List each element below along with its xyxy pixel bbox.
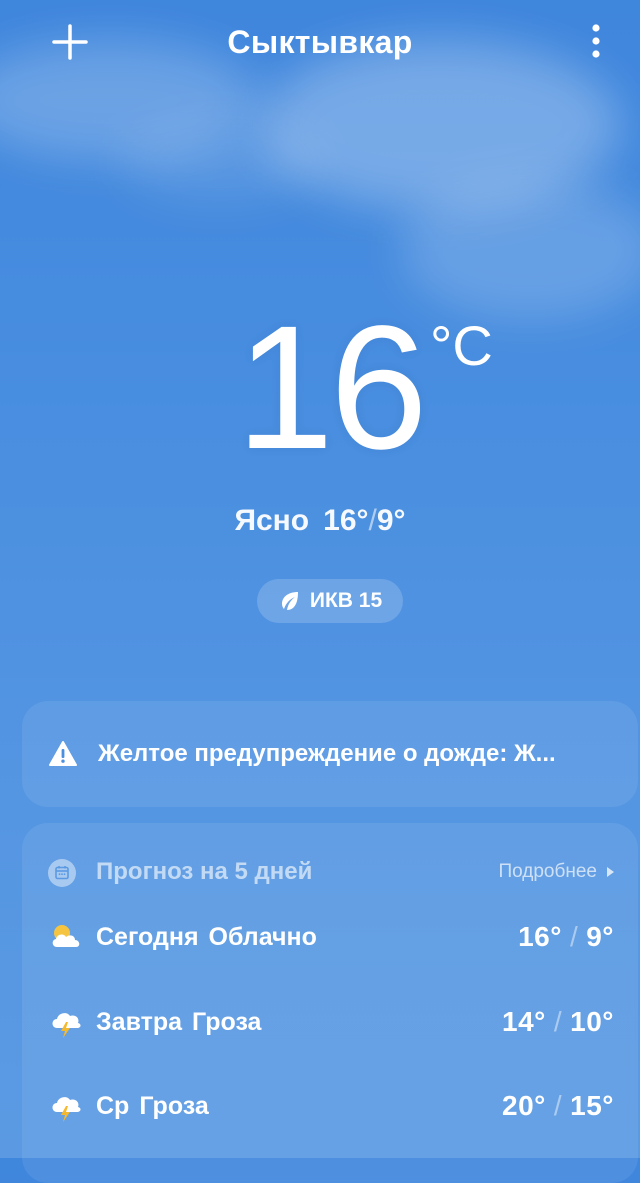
day-name: Ср bbox=[96, 1092, 130, 1120]
day-high: 14° bbox=[502, 1006, 546, 1037]
forecast-header: Прогноз на 5 дней Подробнее bbox=[48, 853, 614, 893]
forecast-card: Прогноз на 5 дней Подробнее Сегодня Облач… bbox=[22, 823, 638, 1183]
forecast-day-label: Сегодня Облачно bbox=[96, 923, 317, 952]
day-name: Завтра bbox=[96, 1008, 183, 1036]
day-temp-range: 20°/15° bbox=[502, 1090, 614, 1122]
more-vertical-icon bbox=[592, 24, 600, 58]
day-low: 9° bbox=[586, 921, 614, 952]
day-condition: Гроза bbox=[139, 1092, 209, 1120]
more-link-label: Подробнее bbox=[498, 861, 597, 882]
current-summary: Ясно 16°/9° bbox=[0, 504, 640, 538]
more-menu-button[interactable] bbox=[578, 18, 614, 66]
current-low: 9° bbox=[376, 504, 406, 537]
partly-cloudy-icon bbox=[52, 925, 80, 947]
city-title: Сыктывкар bbox=[227, 24, 413, 60]
aqi-badge[interactable]: ИКВ 15 bbox=[257, 579, 403, 623]
thunderstorm-icon bbox=[52, 1097, 81, 1122]
day-high: 16° bbox=[518, 921, 562, 952]
current-high: 16° bbox=[323, 504, 369, 537]
calendar-icon bbox=[48, 859, 76, 887]
forecast-title: Прогноз на 5 дней bbox=[96, 858, 313, 885]
day-low: 15° bbox=[570, 1090, 614, 1121]
thunderstorm-icon bbox=[52, 1013, 81, 1038]
chevron-right-icon bbox=[607, 867, 614, 877]
forecast-more-link[interactable]: Подробнее bbox=[498, 861, 614, 883]
top-bar: Сыктывкар bbox=[0, 0, 640, 90]
forecast-row-tomorrow[interactable]: Завтра Гроза 14°/10° bbox=[48, 998, 614, 1046]
weather-alert-card[interactable]: Желтое предупреждение о дожде: Ж... bbox=[22, 701, 638, 807]
forecast-day-label: Ср Гроза bbox=[96, 1092, 209, 1121]
day-low: 10° bbox=[570, 1006, 614, 1037]
day-condition: Облачно bbox=[208, 923, 317, 951]
forecast-row-wednesday[interactable]: Ср Гроза 20°/15° bbox=[48, 1082, 614, 1130]
warning-icon bbox=[49, 741, 77, 766]
day-condition: Гроза bbox=[192, 1008, 262, 1036]
range-separator: / bbox=[553, 1090, 563, 1121]
leaf-icon bbox=[281, 592, 298, 610]
current-temperature: 16 bbox=[236, 290, 428, 486]
range-separator: / bbox=[569, 921, 579, 952]
day-name: Сегодня bbox=[96, 923, 199, 951]
range-separator: / bbox=[553, 1006, 563, 1037]
forecast-day-label: Завтра Гроза bbox=[96, 1008, 261, 1037]
current-condition: Ясно bbox=[234, 504, 310, 537]
aqi-label: ИКВ 15 bbox=[309, 589, 383, 612]
range-separator: / bbox=[368, 504, 377, 537]
temperature-unit: °C bbox=[430, 314, 493, 377]
forecast-row-today[interactable]: Сегодня Облачно 16°/9° bbox=[48, 913, 614, 961]
alert-text: Желтое предупреждение о дожде: Ж... bbox=[98, 740, 556, 767]
day-temp-range: 16°/9° bbox=[518, 921, 614, 953]
day-temp-range: 14°/10° bbox=[502, 1006, 614, 1038]
day-high: 20° bbox=[502, 1090, 546, 1121]
